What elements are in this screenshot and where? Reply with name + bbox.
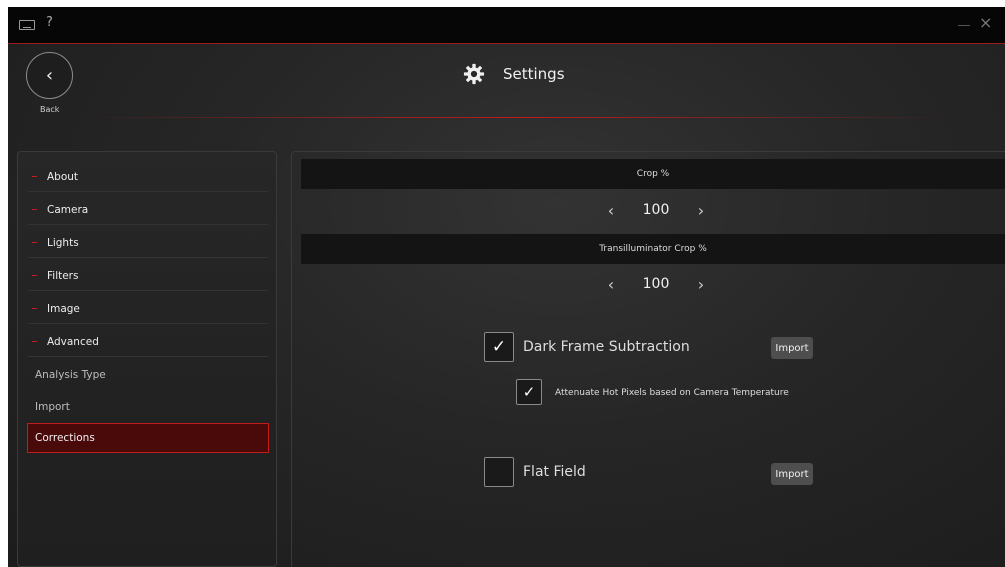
dash-icon (32, 242, 37, 243)
title-bar: ? × (8, 7, 1005, 44)
dark-frame-checkbox[interactable]: ✓ (484, 332, 514, 362)
chevron-left-icon: ‹ (45, 65, 54, 86)
gear-icon (463, 63, 485, 85)
sidebar-subitem-label: Analysis Type (35, 369, 106, 381)
dash-icon (32, 176, 37, 177)
sidebar-item-label: Lights (47, 236, 79, 249)
flat-field-label: Flat Field (523, 464, 586, 480)
crop-decrease-button[interactable]: ‹ (601, 201, 621, 220)
back-label: Back (40, 105, 60, 114)
back-button[interactable]: ‹ (26, 52, 73, 99)
header-divider (78, 117, 958, 118)
sidebar-item-label: Camera (47, 203, 89, 216)
sidebar-subitem-import[interactable]: Import (28, 392, 268, 422)
dash-icon (32, 209, 37, 210)
trans-crop-value: 100 (642, 276, 670, 292)
attenuate-label: Attenuate Hot Pixels based on Camera Tem… (555, 388, 789, 398)
dash-icon (32, 341, 37, 342)
crop-value: 100 (642, 202, 670, 218)
sidebar: About Camera Lights Filters Image Advanc… (17, 151, 277, 567)
flat-field-import-button[interactable]: Import (771, 463, 813, 485)
sidebar-item-label: About (47, 170, 79, 183)
sidebar-item-about[interactable]: About (28, 162, 268, 192)
trans-crop-decrease-button[interactable]: ‹ (601, 275, 621, 294)
crop-stepper: ‹ 100 › (601, 199, 711, 221)
crop-header: Crop % (301, 159, 1005, 189)
sidebar-item-label: Filters (47, 269, 79, 282)
app-window: ? × ‹ Back Settings About Camera Lights … (8, 7, 1005, 567)
trans-crop-stepper: ‹ 100 › (601, 273, 711, 295)
flat-field-checkbox[interactable] (484, 457, 514, 487)
trans-crop-increase-button[interactable]: › (691, 275, 711, 294)
dash-icon (32, 275, 37, 276)
keyboard-icon[interactable] (19, 20, 35, 30)
sidebar-item-advanced[interactable]: Advanced (28, 327, 268, 357)
crop-increase-button[interactable]: › (691, 201, 711, 220)
checkmark-icon: ✓ (522, 383, 536, 401)
dash-icon (32, 308, 37, 309)
close-button[interactable]: × (979, 13, 992, 32)
sidebar-item-label: Image (47, 302, 80, 315)
sidebar-item-image[interactable]: Image (28, 294, 268, 324)
sidebar-subitem-analysis-type[interactable]: Analysis Type (28, 360, 268, 390)
checkmark-icon: ✓ (491, 337, 507, 357)
page-title: Settings (503, 65, 565, 83)
sidebar-subitem-label: Import (35, 401, 70, 413)
minimize-button[interactable] (958, 25, 970, 26)
attenuate-checkbox[interactable]: ✓ (516, 379, 542, 405)
dark-frame-import-button[interactable]: Import (771, 337, 813, 359)
dark-frame-label: Dark Frame Subtraction (523, 339, 690, 355)
sidebar-subitem-corrections[interactable]: Corrections (27, 423, 269, 453)
sidebar-item-label: Advanced (47, 335, 99, 348)
sidebar-subitem-label: Corrections (35, 432, 95, 444)
trans-crop-header: Transilluminator Crop % (301, 234, 1005, 264)
help-button[interactable]: ? (46, 15, 53, 30)
sidebar-item-lights[interactable]: Lights (28, 228, 268, 258)
sidebar-item-camera[interactable]: Camera (28, 195, 268, 225)
sidebar-item-filters[interactable]: Filters (28, 261, 268, 291)
